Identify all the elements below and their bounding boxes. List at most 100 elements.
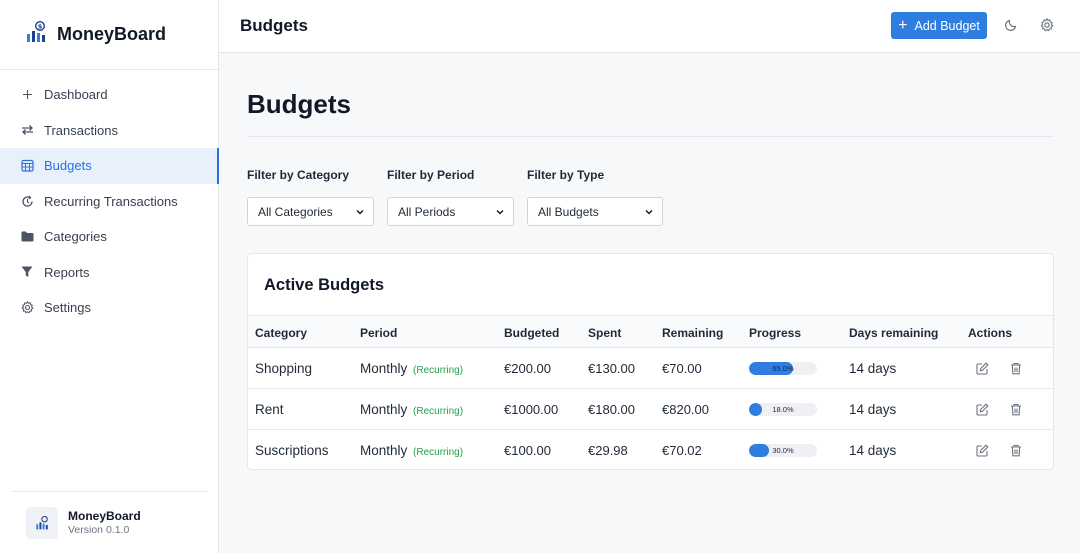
page-title: Budgets [247, 89, 351, 119]
cell-spent: €180.00 [588, 402, 635, 417]
chevron-down-icon [496, 210, 504, 215]
progress-label: 30.0% [772, 446, 794, 455]
table-header: Category Period Budgeted Spent Remaining… [248, 315, 1053, 348]
gear-icon [20, 301, 34, 315]
cell-remaining: €820.00 [662, 402, 709, 417]
sidebar-nav: Dashboard Transactions Budgets Recurring… [0, 70, 219, 326]
filter-period-label: Filter by Period [387, 168, 475, 182]
cell-spent: €29.98 [588, 443, 628, 458]
trash-icon[interactable] [1009, 402, 1023, 416]
arrows-exchange-icon [20, 123, 34, 137]
plus-icon: + [898, 16, 908, 34]
cell-period: Monthly (Recurring) [360, 443, 464, 458]
footer-version: Version 0.1.0 [68, 524, 130, 536]
cell-period: Monthly (Recurring) [360, 361, 464, 376]
progress-bar: 18.0% [749, 403, 817, 416]
column-header: Spent [588, 326, 622, 340]
cell-budgeted: €1000.00 [504, 402, 559, 417]
recurring-tag: (Recurring) [413, 406, 464, 417]
sidebar-item-label: Reports [44, 264, 90, 280]
cell-budgeted: €100.00 [504, 443, 551, 458]
column-header: Actions [968, 326, 1013, 340]
column-header: Days remaining [849, 326, 939, 340]
sidebar-item-label: Settings [44, 300, 91, 316]
progress-label: 18.0% [772, 405, 794, 414]
column-header: Period [360, 326, 398, 340]
recurring-tag: (Recurring) [413, 365, 464, 376]
recurring-tag: (Recurring) [413, 447, 464, 458]
add-budget-label: Add Budget [914, 18, 980, 33]
moneyboard-logo-icon [36, 515, 48, 529]
calendar-grid-icon [20, 159, 34, 173]
cell-spent: €130.00 [588, 361, 635, 376]
category-filter-select[interactable]: All Categories [247, 197, 374, 226]
sidebar-item-reports[interactable]: Reports [0, 255, 218, 291]
select-value: All Periods [398, 204, 456, 219]
column-header: Budgeted [504, 326, 560, 340]
filter-funnel-icon [20, 265, 34, 279]
chevron-down-icon [356, 210, 364, 215]
folder-icon [20, 230, 34, 244]
period-filter-select[interactable]: All Periods [387, 197, 514, 226]
brand[interactable]: $ MoneyBoard [0, 0, 218, 70]
progress-bar: 30.0% [749, 444, 817, 457]
sidebar-item-budgets[interactable]: Budgets [0, 148, 219, 184]
trash-icon[interactable] [1009, 443, 1023, 457]
divider [247, 136, 1053, 137]
app-name: MoneyBoard [57, 24, 167, 44]
table-row[interactable]: Suscriptions Monthly (Recurring) €100.00… [248, 430, 1053, 471]
moneyboard-logo-icon: $ [25, 20, 47, 48]
svg-text:$: $ [38, 23, 43, 31]
cell-period: Monthly (Recurring) [360, 402, 464, 417]
type-filter-select[interactable]: All Budgets [527, 197, 663, 226]
sidebar-item-label: Dashboard [44, 87, 108, 103]
cell-budgeted: €200.00 [504, 361, 551, 376]
sidebar-item-label: Transactions [44, 122, 118, 138]
cell-category: Suscriptions [255, 443, 329, 458]
main-content: Budgets Filter by Category Filter by Per… [219, 53, 1080, 553]
sidebar-item-label: Budgets [44, 158, 92, 174]
sidebar-item-label: Categories [44, 229, 107, 245]
column-header: Remaining [662, 326, 724, 340]
cell-category: Shopping [255, 361, 313, 376]
edit-icon[interactable] [975, 443, 989, 457]
sidebar: $ MoneyBoard Dashboard Transactions Budg… [0, 0, 219, 553]
sidebar-item-settings[interactable]: Settings [0, 290, 218, 326]
edit-icon[interactable] [975, 402, 989, 416]
progress-label: 65.0% [772, 364, 794, 373]
footer-app-name: MoneyBoard [68, 509, 141, 523]
recurring-icon [20, 194, 34, 208]
sidebar-item-dashboard[interactable]: Dashboard [0, 77, 218, 113]
select-value: All Categories [258, 204, 333, 219]
trash-icon[interactable] [1009, 361, 1023, 375]
sidebar-item-recurring-transactions[interactable]: Recurring Transactions [0, 184, 218, 220]
topbar: Budgets + Add Budget [219, 0, 1080, 53]
cell-days-remaining: 14 days [849, 402, 897, 417]
sidebar-item-categories[interactable]: Categories [0, 219, 218, 255]
cell-remaining: €70.00 [662, 361, 702, 376]
plus-icon [20, 88, 34, 102]
filter-type-label: Filter by Type [527, 168, 605, 182]
select-value: All Budgets [538, 204, 599, 219]
add-budget-button[interactable]: + Add Budget [891, 12, 987, 39]
sidebar-item-label: Recurring Transactions [44, 193, 178, 209]
table-row[interactable]: Rent Monthly (Recurring) €1000.00 €180.0… [248, 389, 1053, 430]
topbar-title: Budgets [240, 16, 308, 35]
cell-days-remaining: 14 days [849, 443, 897, 458]
table-row[interactable]: Shopping Monthly (Recurring) €200.00 €13… [248, 348, 1053, 389]
chevron-down-icon [645, 210, 653, 215]
cell-days-remaining: 14 days [849, 361, 897, 376]
dark-mode-moon-icon[interactable] [1003, 17, 1019, 33]
active-budgets-card: Active Budgets Category Period Budgeted … [247, 253, 1054, 470]
sidebar-footer: MoneyBoard Version 0.1.0 [12, 491, 208, 553]
cell-category: Rent [255, 402, 284, 417]
filter-category-label: Filter by Category [247, 168, 350, 182]
app-logo-small [26, 506, 58, 539]
cell-remaining: €70.02 [662, 443, 702, 458]
edit-icon[interactable] [975, 361, 989, 375]
column-header: Progress [749, 326, 802, 340]
sidebar-item-transactions[interactable]: Transactions [0, 113, 218, 149]
settings-gear-icon[interactable] [1039, 17, 1055, 33]
progress-bar: 65.0% [749, 362, 817, 375]
card-title: Active Budgets [264, 276, 385, 294]
